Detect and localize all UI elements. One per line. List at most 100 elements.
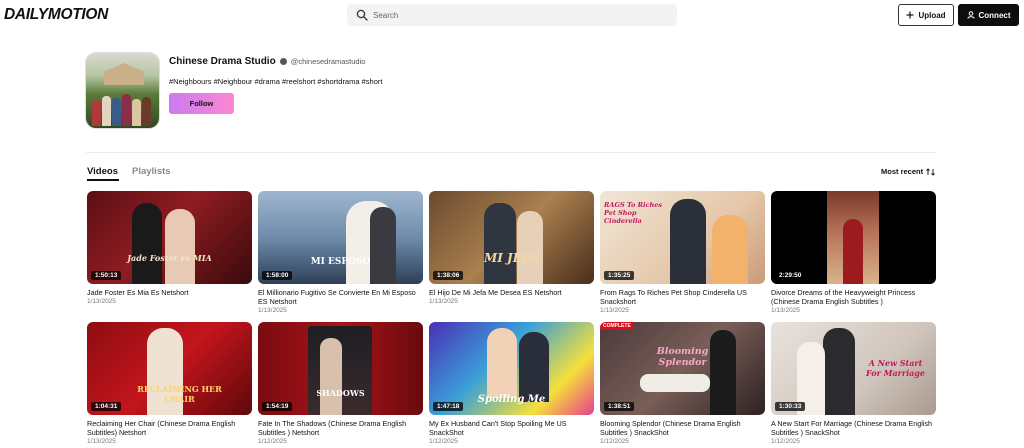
channel-title: Chinese Drama Studio @chinesedramastudio — [169, 56, 365, 67]
sort-label: Most recent — [881, 167, 924, 176]
video-title[interactable]: Reclaiming Her Chair (Chinese Drama Engl… — [87, 419, 252, 437]
complete-badge: COMPLETE — [600, 322, 634, 330]
video-thumbnail[interactable]: RAGS To Riches Pet Shop Cinderella 1:35:… — [600, 191, 765, 284]
thumbnail-figure — [670, 199, 706, 284]
video-thumbnail[interactable]: MI JEFA 1:38:06 — [429, 191, 594, 284]
video-card[interactable]: RECLAIMING HER CHAIR 1:04:31 Reclaiming … — [87, 322, 252, 445]
video-title[interactable]: El Millionario Fugitivo Se Convierte En … — [258, 288, 423, 306]
avatar-figure — [122, 94, 131, 126]
connect-label: Connect — [978, 10, 1011, 20]
video-date: 1/12/2025 — [429, 438, 458, 445]
video-card[interactable]: COMPLETE Blooming Splendor 1:38:51 Bloom… — [600, 322, 765, 445]
dailymotion-logo[interactable]: DAILYMOTION — [4, 6, 108, 24]
thumbnail-overlay-title: MI ESPOSO — [310, 257, 371, 267]
thumbnail-overlay-title: SHADOWS — [316, 388, 365, 398]
video-date: 1/13/2025 — [600, 307, 629, 314]
thumbnail-figure — [484, 203, 516, 284]
user-icon — [966, 11, 975, 19]
video-date: 1/13/2025 — [429, 298, 458, 305]
video-thumbnail[interactable]: RECLAIMING HER CHAIR 1:04:31 — [87, 322, 252, 415]
video-title[interactable]: El Hijo De Mi Jefa Me Desea ES Netshort — [429, 288, 594, 297]
thumbnail-figure — [712, 215, 748, 284]
video-title[interactable]: From Rags To Riches Pet Shop Cinderella … — [600, 288, 765, 306]
thumbnail-figure — [519, 332, 549, 402]
video-date: 1/12/2025 — [771, 438, 800, 445]
video-duration: 1:50:13 — [91, 271, 122, 280]
avatar-figure — [102, 96, 111, 126]
thumbnail-figure — [370, 207, 396, 284]
tab-videos[interactable]: Videos — [87, 166, 118, 177]
video-title[interactable]: Blooming Splendor (Chinese Drama English… — [600, 419, 765, 437]
plus-icon — [906, 11, 914, 19]
video-duration: 1:58:00 — [262, 271, 293, 280]
video-date: 1/12/2025 — [600, 438, 629, 445]
video-duration: 1:38:51 — [604, 402, 635, 411]
video-thumbnail[interactable]: SHADOWS 1:54:19 — [258, 322, 423, 415]
video-card[interactable]: Jade Foster es MIA 1:50:13 Jade Foster E… — [87, 191, 252, 305]
connect-button[interactable]: Connect — [958, 4, 1019, 26]
thumbnail-overlay-title: MI JEFA — [483, 251, 540, 265]
video-card[interactable]: SHADOWS 1:54:19 Fate In The Shadows (Chi… — [258, 322, 423, 445]
upload-button[interactable]: Upload — [898, 4, 954, 26]
thumbnail-overlay-title: A New Start For Marriage — [866, 358, 925, 378]
video-card[interactable]: MI JEFA 1:38:06 El Hijo De Mi Jefa Me De… — [429, 191, 594, 305]
video-card[interactable]: MI ESPOSO 1:58:00 El Millionario Fugitiv… — [258, 191, 423, 314]
avatar-figure — [132, 99, 141, 126]
video-duration: 1:35:25 — [604, 271, 635, 280]
thumbnail-overlay-title: RAGS To Riches Pet Shop Cinderella — [604, 201, 662, 225]
video-thumbnail[interactable]: Spoiling Me 1:47:18 — [429, 322, 594, 415]
channel-name: Chinese Drama Studio — [169, 56, 276, 67]
video-thumbnail[interactable]: 2:29:50 — [771, 191, 936, 284]
video-duration: 1:04:31 — [91, 402, 122, 411]
thumbnail-overlay-title: RECLAIMING HER CHAIR — [137, 384, 222, 404]
video-thumbnail[interactable]: MI ESPOSO 1:58:00 — [258, 191, 423, 284]
sort-arrows-icon — [926, 167, 935, 176]
video-card[interactable]: RAGS To Riches Pet Shop Cinderella 1:35:… — [600, 191, 765, 314]
follow-button[interactable]: Follow — [169, 93, 234, 114]
search-icon — [356, 9, 368, 21]
video-thumbnail[interactable]: COMPLETE Blooming Splendor 1:38:51 — [600, 322, 765, 415]
video-duration: 1:38:06 — [433, 271, 464, 280]
video-card[interactable]: A New Start For Marriage 1:30:33 A New S… — [771, 322, 936, 445]
verified-icon — [279, 58, 287, 65]
thumbnail-figure — [843, 219, 863, 284]
upload-label: Upload — [918, 10, 946, 20]
video-title[interactable]: A New Start For Marriage (Chinese Drama … — [771, 419, 936, 437]
video-duration: 1:30:33 — [775, 402, 806, 411]
thumbnail-overlay-title: Blooming Splendor — [656, 346, 709, 368]
tab-playlists[interactable]: Playlists — [132, 166, 171, 177]
top-header: DAILYMOTION Upload Connect — [0, 0, 1024, 30]
channel-avatar — [86, 53, 159, 128]
avatar-figure — [92, 100, 101, 126]
video-date: 1/13/2025 — [87, 298, 116, 305]
avatar-figure — [112, 98, 121, 126]
thumbnail-figure — [640, 374, 710, 392]
video-card[interactable]: Spoiling Me 1:47:18 My Ex Husband Can't … — [429, 322, 594, 445]
channel-handle: @chinesedramastudio — [290, 57, 366, 66]
video-duration: 2:29:50 — [775, 271, 806, 280]
video-date: 1/13/2025 — [87, 438, 116, 445]
search-bar[interactable] — [347, 4, 677, 26]
video-date: 1/13/2025 — [258, 307, 287, 314]
avatar-figure — [142, 97, 151, 126]
thumbnail-figure — [132, 203, 162, 284]
thumbnail-figure — [823, 328, 855, 415]
search-input[interactable] — [373, 7, 663, 23]
video-title[interactable]: Jade Foster Es Mia Es Netshort — [87, 288, 252, 297]
video-title[interactable]: Divorce Dreams of the Heavyweight Prince… — [771, 288, 936, 306]
video-date: 1/13/2025 — [771, 307, 800, 314]
thumbnail-overlay-title: Jade Foster es MIA — [127, 253, 212, 263]
thumbnail-figure — [320, 338, 342, 415]
video-thumbnail[interactable]: A New Start For Marriage 1:30:33 — [771, 322, 936, 415]
video-duration: 1:54:19 — [262, 402, 293, 411]
video-title[interactable]: My Ex Husband Can't Stop Spoiling Me US … — [429, 419, 594, 437]
sort-dropdown[interactable]: Most recent — [881, 167, 935, 176]
channel-tags: #Neighbours #Neighbour #drama #reelshort… — [169, 77, 383, 86]
video-thumbnail[interactable]: Jade Foster es MIA 1:50:13 — [87, 191, 252, 284]
video-card[interactable]: 2:29:50 Divorce Dreams of the Heavyweigh… — [771, 191, 936, 314]
thumbnail-figure — [165, 209, 195, 284]
video-title[interactable]: Fate In The Shadows (Chinese Drama Engli… — [258, 419, 423, 437]
active-tab-indicator — [87, 179, 119, 181]
thumbnail-figure — [710, 330, 736, 415]
section-divider — [86, 152, 936, 153]
